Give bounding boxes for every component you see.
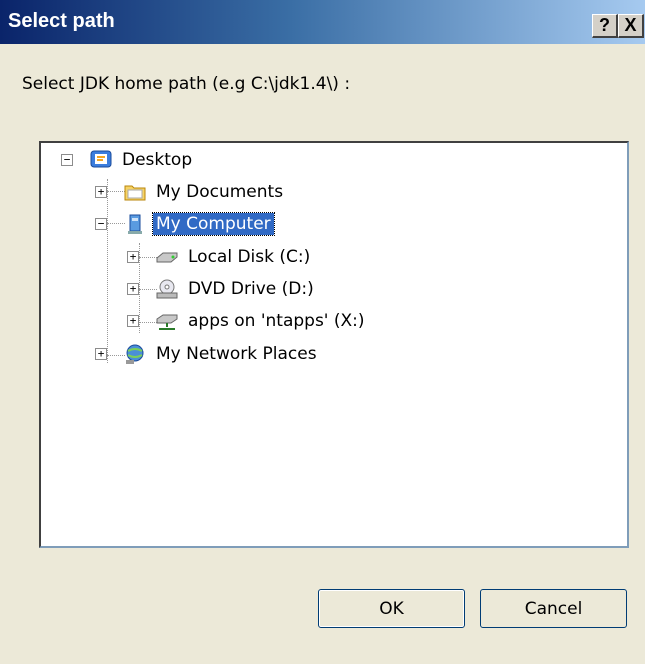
cancel-button[interactable]: Cancel (480, 589, 627, 628)
prompt-label: Select JDK home path (e.g C:\jdk1.4\) : (22, 74, 351, 94)
tree-item-label: Local Disk (C:) (188, 247, 311, 267)
tree-item-label: My Computer (152, 212, 275, 236)
expand-toggle[interactable]: + (127, 251, 139, 263)
close-button[interactable]: X (618, 14, 644, 38)
network-places-icon (123, 343, 147, 365)
tree-item-label: apps on 'ntapps' (X:) (188, 311, 365, 331)
folder-icon (123, 181, 147, 203)
desktop-icon (89, 149, 113, 171)
tree-item-label: Desktop (122, 150, 193, 170)
tree-item-desktop[interactable]: − Desktop (61, 147, 195, 173)
dvd-drive-icon (155, 278, 179, 300)
tree-item-local-disk[interactable]: + Local Disk (C:) (127, 244, 313, 270)
tree-item-my-network-places[interactable]: + My Network Places (95, 341, 320, 367)
expand-toggle[interactable]: + (95, 186, 107, 198)
expand-toggle[interactable]: + (127, 283, 139, 295)
tree-item-label: My Documents (156, 182, 284, 202)
tree-item-my-documents[interactable]: + My Documents (95, 179, 286, 205)
expand-toggle[interactable]: + (127, 315, 139, 327)
window-title: Select path (8, 10, 115, 32)
tree-item-label: My Network Places (156, 344, 317, 364)
folder-tree[interactable]: − Desktop + My Documents − My Computer + (39, 141, 629, 548)
tree-item-my-computer[interactable]: − My Computer (95, 211, 275, 237)
network-drive-icon (155, 310, 179, 332)
expand-toggle[interactable]: + (95, 348, 107, 360)
select-path-dialog: Select path ? X Select JDK home path (e.… (0, 0, 645, 664)
help-button[interactable]: ? (592, 14, 618, 38)
tree-item-label: DVD Drive (D:) (188, 279, 314, 299)
computer-icon (123, 213, 147, 235)
title-bar[interactable]: Select path ? X (0, 0, 645, 44)
collapse-toggle[interactable]: − (95, 218, 107, 230)
ok-button[interactable]: OK (318, 589, 465, 628)
tree-item-dvd-drive[interactable]: + DVD Drive (D:) (127, 276, 317, 302)
tree-item-network-drive[interactable]: + apps on 'ntapps' (X:) (127, 308, 368, 334)
collapse-toggle[interactable]: − (61, 154, 73, 166)
hard-disk-icon (155, 246, 179, 268)
